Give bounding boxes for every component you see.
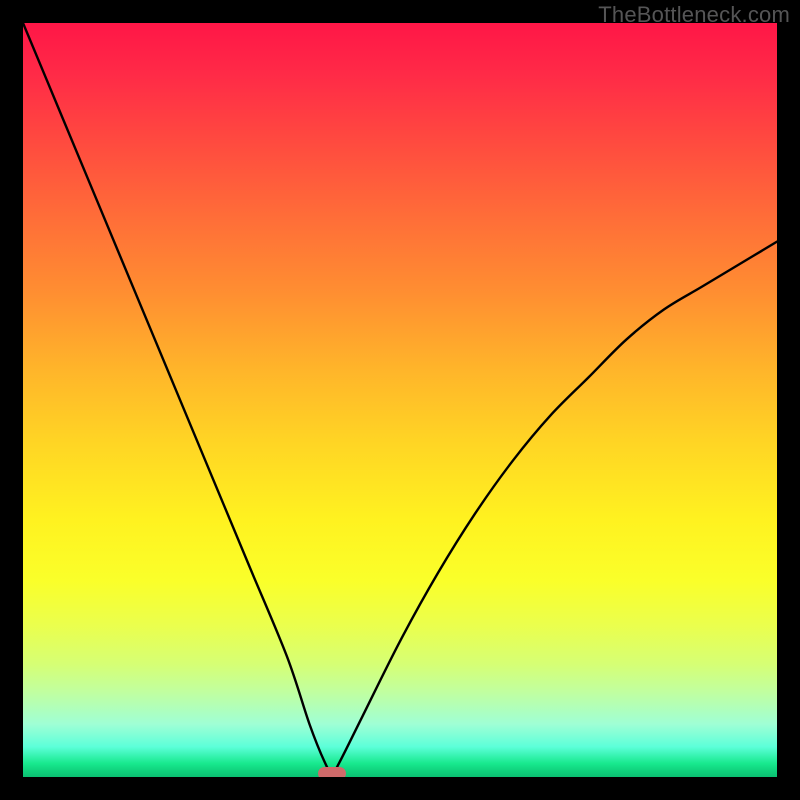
- chart-frame: TheBottleneck.com: [0, 0, 800, 800]
- watermark-text: TheBottleneck.com: [598, 2, 790, 28]
- optimal-point-marker: [318, 767, 346, 777]
- plot-area: [23, 23, 777, 777]
- bottleneck-curve: [23, 23, 777, 777]
